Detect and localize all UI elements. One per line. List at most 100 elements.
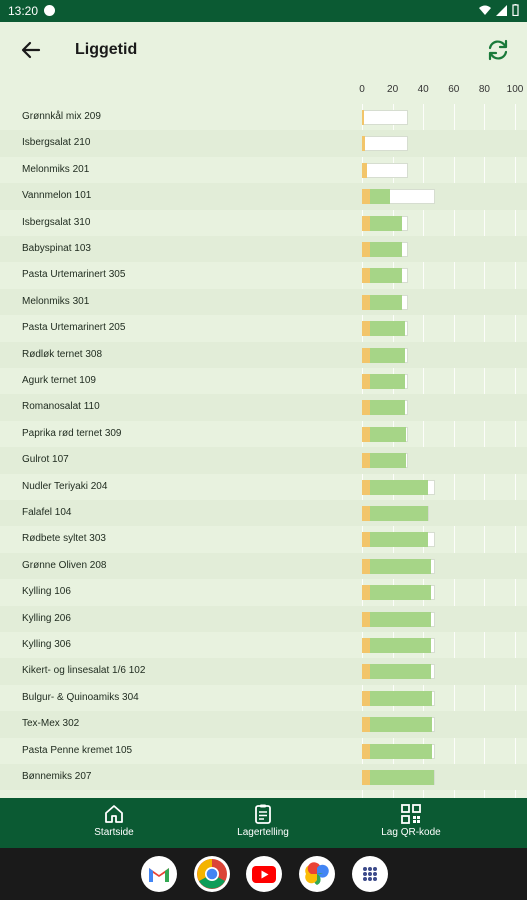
page-title: Liggetid bbox=[75, 41, 138, 58]
bar-used bbox=[369, 242, 402, 257]
photos-icon[interactable] bbox=[299, 856, 335, 892]
category-label: Pasta Urtemarinert 205 bbox=[22, 322, 126, 334]
bar-used bbox=[369, 479, 428, 495]
bar-used bbox=[369, 717, 433, 733]
category-label: Rødløk ternet 308 bbox=[22, 348, 103, 360]
chart-row[interactable]: Kylling 306 bbox=[0, 632, 527, 658]
bar-used bbox=[369, 294, 402, 310]
bottom-navigation: Startside Lagertelling Lag QR-kode bbox=[0, 798, 527, 848]
system-dock bbox=[0, 848, 527, 900]
chart-row[interactable]: Isbergsalat 210 bbox=[0, 130, 527, 157]
x-tick-label: 0 bbox=[359, 84, 365, 95]
category-label: Nudler Teriyaki 204 bbox=[22, 480, 108, 492]
lying-time-chart[interactable]: Grønnkål mix 209 Isbergsalat 210 Melonmiks… bbox=[0, 104, 527, 798]
bar-used bbox=[369, 426, 407, 442]
category-label: Romanosalat 110 bbox=[22, 401, 100, 413]
chart-row[interactable]: Grønnkål mix 209 bbox=[0, 104, 527, 130]
home-icon bbox=[105, 805, 123, 823]
bar-used bbox=[369, 585, 431, 601]
nav-lag-qr-kode[interactable]: Lag QR-kode bbox=[356, 803, 466, 838]
category-label: Isbergsalat 210 bbox=[22, 137, 91, 149]
chart-row[interactable]: Isbergsalat 310 bbox=[0, 210, 527, 236]
youtube-icon[interactable] bbox=[246, 856, 282, 892]
bar-used bbox=[369, 558, 431, 574]
bar-start bbox=[362, 374, 370, 389]
category-label: Kikert- og linsesalat 1/6 102 bbox=[22, 665, 146, 677]
chart-row[interactable]: Kylling 206 bbox=[0, 605, 527, 632]
chart-row[interactable]: Rødløk ternet 308 bbox=[0, 341, 527, 368]
bar-start bbox=[362, 294, 370, 310]
app-drawer-icon[interactable] bbox=[352, 856, 388, 892]
bar-start bbox=[362, 189, 370, 205]
chrome-icon[interactable] bbox=[194, 856, 230, 892]
refresh-button[interactable] bbox=[485, 37, 511, 63]
chart-row[interactable]: Kylling 106 bbox=[0, 579, 527, 605]
chart-row[interactable]: Falafel 104 bbox=[0, 500, 527, 527]
nav-lag-qr-kode-label: Lag QR-kode bbox=[381, 827, 441, 838]
category-label: Tex-Mex 302 bbox=[22, 718, 80, 730]
chart-row[interactable]: Vannmelon 101 bbox=[0, 183, 527, 210]
x-tick-label: 60 bbox=[448, 84, 460, 95]
bar-start bbox=[362, 321, 370, 337]
category-label: Falafel 104 bbox=[22, 507, 72, 518]
chart-row[interactable]: Pasta Urtemarinert 305 bbox=[0, 262, 527, 288]
bar-total bbox=[362, 110, 408, 125]
category-label: Paprika rød ternet 309 bbox=[22, 427, 122, 439]
category-label: Vannmelon 101 bbox=[22, 190, 92, 202]
bar-used bbox=[369, 400, 405, 416]
gmail-icon[interactable] bbox=[141, 856, 177, 892]
chart-row[interactable]: Pasta Urtemarinert 205 bbox=[0, 315, 527, 341]
bar-start bbox=[362, 664, 370, 680]
bar-start bbox=[362, 136, 366, 152]
bar-start bbox=[362, 347, 370, 363]
back-button[interactable] bbox=[18, 38, 44, 62]
category-label: Kylling 206 bbox=[22, 612, 71, 624]
status-time: 13:20 bbox=[8, 4, 39, 18]
bar-used bbox=[369, 770, 434, 785]
bar-used bbox=[369, 743, 433, 759]
bar-total bbox=[362, 162, 408, 178]
chart-row[interactable]: Romanosalat 110 bbox=[0, 394, 527, 421]
bar-start bbox=[362, 162, 367, 178]
x-axis-ticks: 0 20 40 60 80 100 bbox=[0, 84, 527, 100]
chart-row[interactable]: Paprika rød ternet 309 bbox=[0, 421, 527, 447]
chart-row[interactable]: Kikert- og linsesalat 1/6 102 bbox=[0, 658, 527, 685]
bar-used bbox=[369, 611, 431, 627]
x-tick-label: 40 bbox=[417, 84, 429, 95]
chart-row[interactable]: Agurk ternet 109 bbox=[0, 368, 527, 394]
bar-start bbox=[362, 242, 370, 257]
chart-row[interactable]: Pasta Penne kremet 105 bbox=[0, 738, 527, 764]
bar-start bbox=[362, 215, 370, 231]
chart-row[interactable]: Grønne Oliven 208 bbox=[0, 552, 527, 580]
bar-used bbox=[369, 215, 402, 231]
bar-total bbox=[362, 136, 408, 152]
chart-row[interactable]: Nudler Teriyaki 204 bbox=[0, 474, 527, 500]
bar-start bbox=[362, 532, 370, 548]
bar-start bbox=[362, 400, 370, 416]
chart-row[interactable]: Bønnemiks 207 bbox=[0, 764, 527, 791]
bar-start bbox=[362, 558, 370, 574]
chart-row[interactable]: Melonmiks 201 bbox=[0, 157, 527, 183]
bar-start bbox=[362, 770, 370, 785]
bar-start bbox=[362, 110, 364, 125]
chart-row[interactable]: Babyspinat 103 bbox=[0, 236, 527, 263]
category-label: Grønne Oliven 208 bbox=[22, 559, 107, 571]
notification-app-icon bbox=[44, 5, 55, 16]
signal-icon bbox=[496, 4, 507, 16]
nav-startside[interactable]: Startside bbox=[59, 803, 169, 838]
status-bar: 13:20 bbox=[0, 0, 527, 22]
arrow-back-icon bbox=[21, 41, 41, 59]
bar-start bbox=[362, 506, 370, 521]
chart-row[interactable]: Gulrot 107 bbox=[0, 447, 527, 474]
chart-row[interactable]: Melonmiks 301 bbox=[0, 288, 527, 316]
bar-used bbox=[369, 506, 428, 521]
chart-row[interactable]: Bulgur- & Quinoamiks 304 bbox=[0, 685, 527, 711]
chart-row[interactable]: Tex-Mex 302 bbox=[0, 711, 527, 738]
chart-row[interactable]: Rødbete syltet 303 bbox=[0, 526, 527, 552]
bar-start bbox=[362, 585, 370, 601]
category-label: Agurk ternet 109 bbox=[22, 375, 96, 386]
category-label: Kylling 106 bbox=[22, 586, 71, 598]
nav-lagertelling[interactable]: Lagertelling bbox=[208, 803, 318, 838]
wifi-icon bbox=[479, 5, 491, 15]
nav-lagertelling-label: Lagertelling bbox=[237, 827, 289, 838]
